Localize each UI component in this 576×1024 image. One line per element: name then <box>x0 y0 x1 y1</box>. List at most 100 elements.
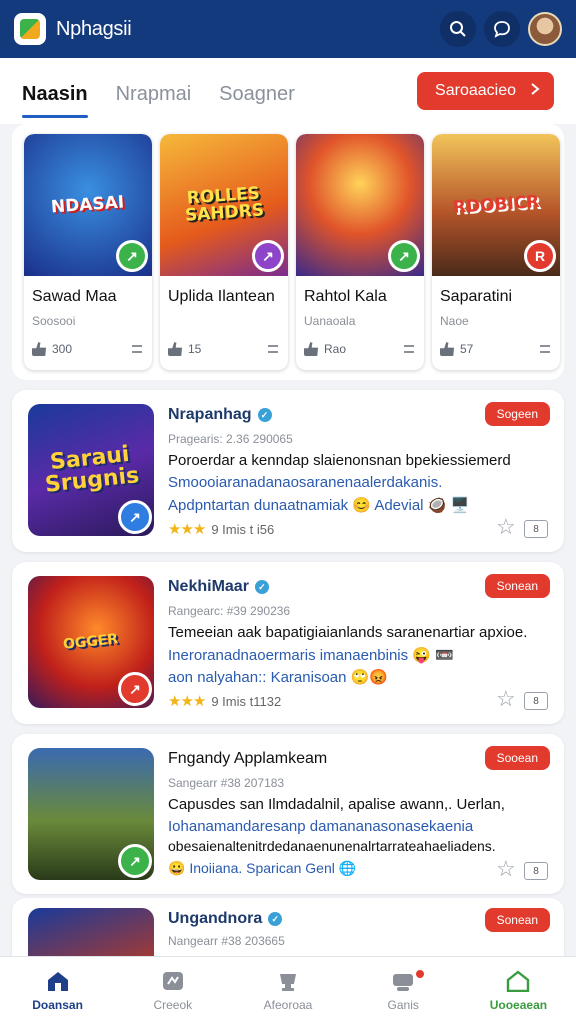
featured-count: 15 <box>188 342 202 356</box>
featured-name: Saparatini <box>440 288 513 305</box>
home-icon <box>46 970 70 992</box>
game-count-badge[interactable]: 8 <box>524 692 548 710</box>
game-desc-line-2: Smoooiaranadanaosaranenaalerdakanis. <box>168 474 443 491</box>
nav-label: Doansan <box>32 997 83 1012</box>
game-meta: Sangearr #38 207183 <box>168 776 285 790</box>
game-rating-text: 9 Imis t1132 <box>211 693 282 709</box>
featured-sub: Uanaoala <box>304 314 356 328</box>
game-art-text: Saraui Srugnis <box>43 441 141 498</box>
game-title: Nrapanhag ✓ <box>168 406 272 424</box>
featured-art: ROLLES SAHDRS ↗ <box>160 134 288 276</box>
thumbs-up-icon <box>168 342 182 356</box>
chat-icon[interactable] <box>484 11 520 47</box>
game-title: NekhiMaar ✓ <box>168 578 269 596</box>
game-card[interactable]: Saraui Srugnis ↗ Nrapanhag ✓ Pragearis: … <box>12 390 564 552</box>
app-title: Nphagsii <box>56 17 132 40</box>
featured-art: RDOBICR R <box>432 134 560 276</box>
nav-item-games[interactable]: Creeok <box>115 957 230 1024</box>
verified-icon: ✓ <box>257 408 272 422</box>
game-count-badge[interactable]: 8 <box>524 862 548 880</box>
game-action-button[interactable]: Sonean <box>484 574 550 598</box>
game-art: ↗ <box>28 748 154 880</box>
nav-label: Afeoroaa <box>263 997 313 1012</box>
tab-second[interactable]: Nrapmai <box>116 58 192 124</box>
profile-icon <box>391 970 415 992</box>
app-logo-icon[interactable] <box>14 13 46 45</box>
thumbs-up-icon <box>440 342 454 356</box>
nav-item-shop[interactable]: Uooeaean <box>461 957 576 1024</box>
featured-stats: 15 <box>168 342 278 356</box>
featured-card[interactable]: RDOBICR R Saparatini Naoe 57 <box>432 134 560 370</box>
game-desc-line-3: obesaienaltenitrdedanaenunenalrtarrateah… <box>168 838 496 854</box>
favorite-star-icon[interactable]: ☆ <box>496 688 518 710</box>
nav-label: Uooeaean <box>489 997 548 1012</box>
game-title-text: Nrapanhag <box>168 406 252 423</box>
featured-card[interactable]: NDASAI ↗ Sawad Maa Soosooi 300 <box>24 134 152 370</box>
game-card[interactable]: OGGER ↗ NekhiMaar ✓ Rangearc: #39 290236… <box>12 562 564 724</box>
notification-dot <box>413 968 426 980</box>
featured-stats: Rao <box>304 342 414 356</box>
game-art: OGGER ↗ <box>28 576 154 708</box>
nav-item-home[interactable]: Doansan <box>0 957 115 1024</box>
game-title-text: Fngandy Applamkeam <box>168 750 328 767</box>
menu-icon[interactable] <box>132 345 142 353</box>
tag-icon <box>304 342 318 356</box>
featured-art-text: NDASAI <box>50 191 126 218</box>
featured-art-text: ROLLES SAHDRS <box>184 183 265 226</box>
avatar[interactable] <box>528 12 562 46</box>
nav-item-profile[interactable]: Ganis <box>346 957 461 1024</box>
favorite-star-icon[interactable]: ☆ <box>496 516 518 538</box>
game-action-button[interactable]: Sooean <box>484 746 550 770</box>
featured-sub: Soosooi <box>32 314 76 328</box>
tab-bar: Naasin Nrapmai Soagner Saroaacieo <box>0 58 576 124</box>
featured-card[interactable]: ↗ Rahtol Kala Uanaoala Rao <box>296 134 424 370</box>
featured-art: ↗ <box>296 134 424 276</box>
favorite-star-icon[interactable]: ☆ <box>496 858 518 880</box>
featured-stats: 300 <box>32 342 142 356</box>
bottom-nav: Doansan Creeok Afeoroaa Ganis Uooeaean <box>0 956 576 1024</box>
featured-carousel: NDASAI ↗ Sawad Maa Soosooi 300 ROLLES SA… <box>12 124 564 380</box>
game-badge-icon: ↗ <box>118 500 152 534</box>
search-icon[interactable] <box>440 11 476 47</box>
thumbs-up-icon <box>32 342 46 356</box>
game-meta: Pragearis: 2.36 290065 <box>168 432 293 446</box>
game-rating: ★★★ 9 Imis t1132 <box>168 692 281 710</box>
featured-stats: 57 <box>440 342 550 356</box>
game-count-badge[interactable]: 8 <box>524 520 548 538</box>
game-action-button[interactable]: Sonean <box>484 908 550 932</box>
game-desc-line-2: Iohanamandaresanp damananasonasekaenia <box>168 818 474 835</box>
featured-name: Sawad Maa <box>32 288 117 305</box>
featured-card[interactable]: ROLLES SAHDRS ↗ Uplida Ilantean 15 <box>160 134 288 370</box>
game-card[interactable]: ↗ Fngandy Applamkeam Sangearr #38 207183… <box>12 734 564 894</box>
nav-item-trophy[interactable]: Afeoroaa <box>230 957 345 1024</box>
gamepad-icon <box>161 970 185 992</box>
game-desc-line-1: Poroerdar a kenndap slaienonsnan bpekies… <box>168 452 511 469</box>
game-rating-text: 9 Imis t i56 <box>211 521 275 537</box>
game-action-button[interactable]: Sogeen <box>484 402 550 426</box>
featured-count: 300 <box>52 342 73 356</box>
cta-label: Saroaacieo <box>435 82 516 99</box>
game-badge-icon: ↗ <box>118 672 152 706</box>
verified-icon: ✓ <box>254 580 269 594</box>
menu-icon[interactable] <box>404 345 414 353</box>
menu-icon[interactable] <box>540 345 550 353</box>
featured-name: Uplida Ilantean <box>168 288 275 305</box>
game-meta: Nangearr #38 203665 <box>168 934 285 948</box>
top-bar: Nphagsii <box>0 0 576 58</box>
game-rating: ★★★ 9 Imis t i56 <box>168 520 274 538</box>
menu-icon[interactable] <box>268 345 278 353</box>
game-desc-line-3: aon nalyahan:: Karanisoan 🙄😡 <box>168 669 388 686</box>
tab-third[interactable]: Soagner <box>219 58 295 124</box>
game-art-text: OGGER <box>62 631 120 653</box>
tab-home[interactable]: Naasin <box>22 58 88 124</box>
game-desc-line-1: Temeeian aak bapatigiaianlands saranenar… <box>168 624 528 641</box>
trophy-icon <box>276 970 300 992</box>
star-rating-icon: ★★★ <box>168 521 206 538</box>
game-badge-icon: ↗ <box>118 844 152 878</box>
cta-button[interactable]: Saroaacieo <box>417 72 554 110</box>
house-outline-icon <box>506 969 530 992</box>
game-desc-line-4: 😀 Inoiiana. Sparican Genl 🌐 <box>168 860 357 876</box>
featured-art-text: RDOBICR <box>452 191 540 218</box>
nav-label: Ganis <box>387 997 419 1012</box>
game-title: Fngandy Applamkeam <box>168 750 327 768</box>
